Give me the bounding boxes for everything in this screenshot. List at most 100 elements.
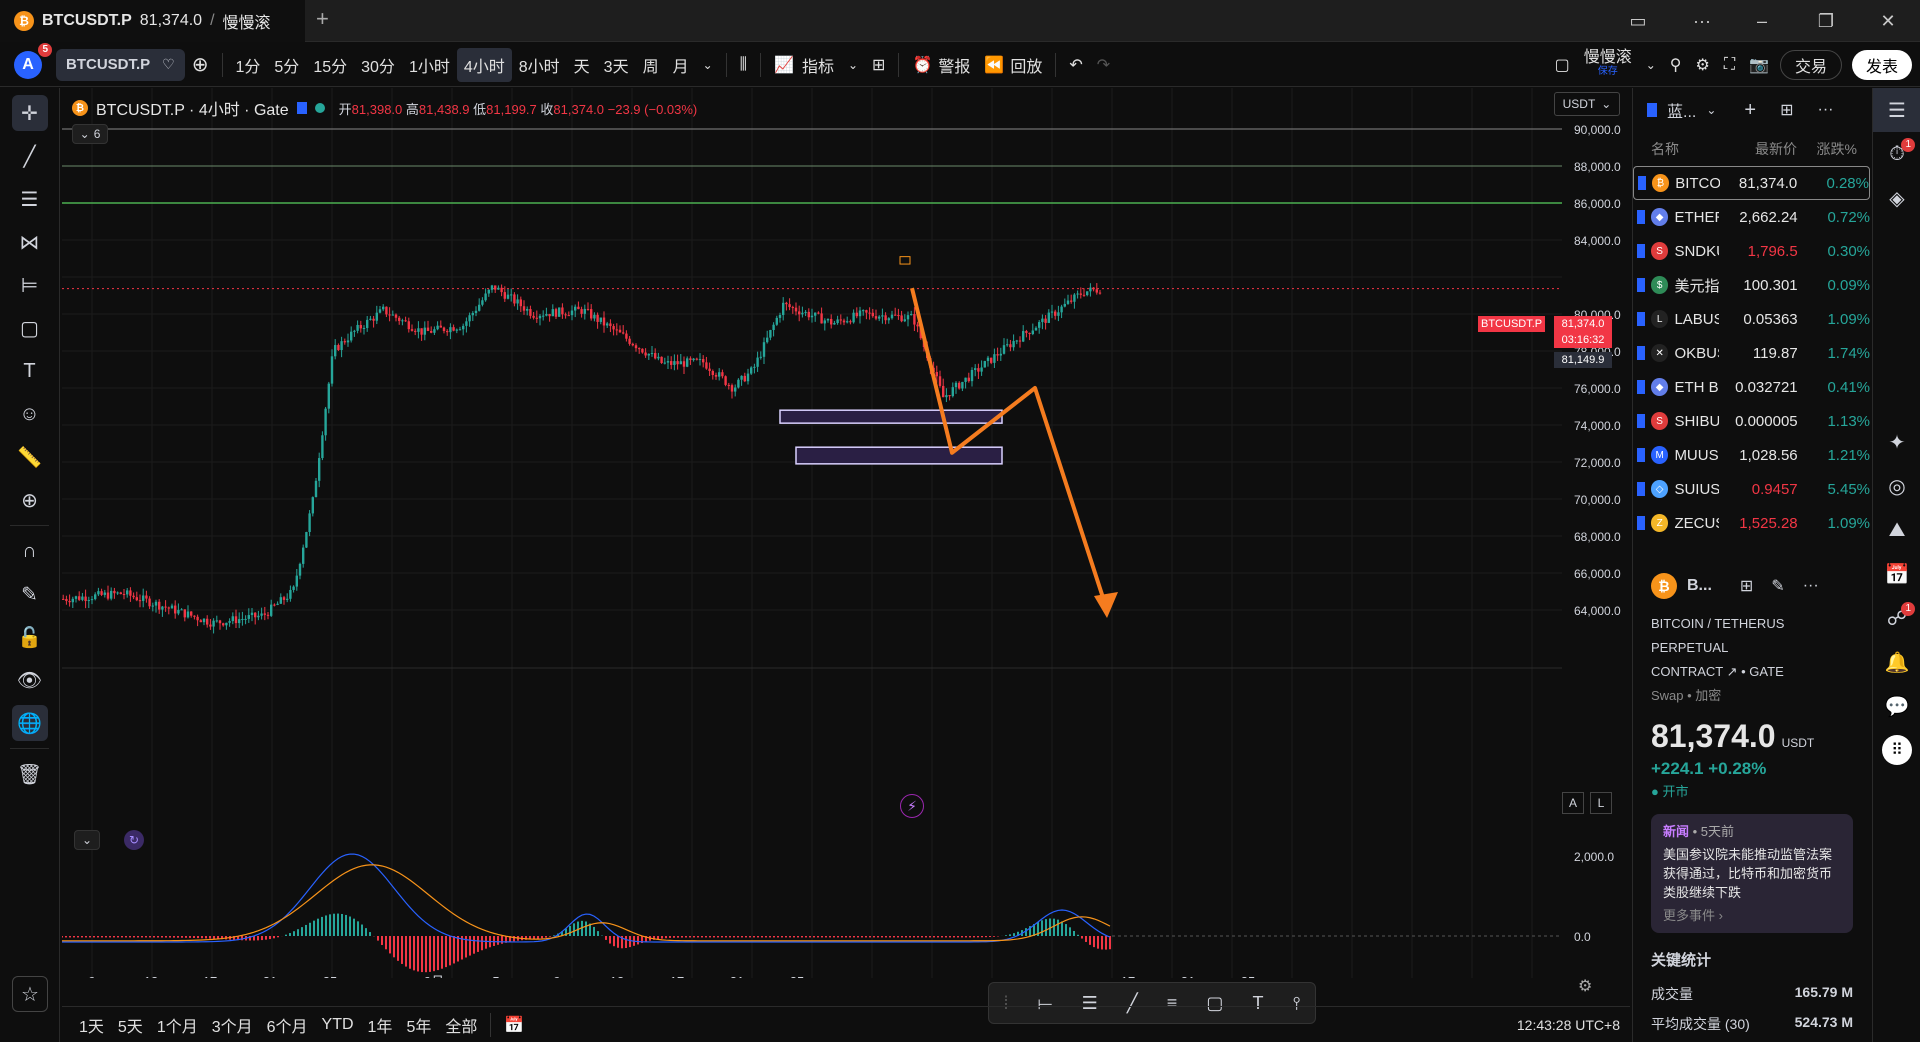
- watchlist-title[interactable]: 蓝...: [1667, 98, 1696, 122]
- range-ytd[interactable]: YTD: [315, 1016, 361, 1034]
- interval-1mo[interactable]: 月: [666, 48, 696, 82]
- interval-30m[interactable]: 30分: [354, 48, 402, 82]
- watchlist-layout-icon[interactable]: ⊞: [1780, 100, 1793, 120]
- watch-heart-icon[interactable]: ♡: [162, 56, 175, 73]
- fullscreen-icon[interactable]: ⛶: [1717, 48, 1742, 82]
- chevron-down-icon[interactable]: ⌄: [1706, 103, 1716, 117]
- flag-icon[interactable]: [1637, 210, 1645, 224]
- macd-collapse-chevron-icon[interactable]: ⌄: [74, 830, 100, 850]
- interval-4h[interactable]: 4小时: [456, 47, 512, 82]
- more-icon[interactable]: ···: [1682, 6, 1722, 36]
- external-link-icon[interactable]: ↗: [1727, 664, 1738, 679]
- flag-icon[interactable]: [1637, 448, 1645, 462]
- layout-dropdown-icon[interactable]: ⌄: [1639, 48, 1663, 82]
- ruler-icon[interactable]: 📏: [12, 439, 48, 475]
- sparkle-icon[interactable]: ✦: [1873, 420, 1920, 464]
- layout-name-button[interactable]: 慢慢滚 保存: [1577, 48, 1639, 82]
- close-icon[interactable]: ✕: [1868, 6, 1908, 36]
- chat-icon[interactable]: 💬: [1873, 684, 1920, 728]
- eye-icon[interactable]: 👁: [12, 662, 48, 698]
- active-tab[interactable]: ₿ BTCUSDT.P 81,374.0 / 慢慢滚: [0, 0, 305, 42]
- bell-icon[interactable]: 🔔: [1873, 640, 1920, 684]
- magnet-icon[interactable]: ∩: [12, 533, 48, 569]
- log-scale-button[interactable]: L: [1590, 792, 1612, 814]
- indicators-button[interactable]: 📈 指标: [767, 48, 841, 82]
- flag-icon[interactable]: [1637, 244, 1645, 258]
- layers-icon[interactable]: ◈: [1873, 176, 1920, 220]
- flag-icon[interactable]: [1637, 380, 1645, 394]
- range-6m[interactable]: 6个月: [260, 1013, 315, 1037]
- interval-dropdown-icon[interactable]: ⌄: [696, 48, 720, 82]
- shape-icon[interactable]: ▢: [12, 310, 48, 346]
- legend-title[interactable]: BTCUSDT.P · 4小时 · Gate: [96, 96, 289, 120]
- globe-icon[interactable]: 🌐: [11, 705, 48, 741]
- watchlist-row[interactable]: Z ZECUS 1,525.28 1.09%: [1633, 506, 1870, 540]
- trash-icon[interactable]: 🗑: [12, 756, 48, 792]
- interval-1w[interactable]: 周: [636, 48, 666, 82]
- time-axis-settings-icon[interactable]: ⚙: [1578, 976, 1592, 996]
- interval-8h[interactable]: 8小时: [512, 48, 567, 82]
- clock[interactable]: 12:43:28 UTC+8: [1517, 1017, 1620, 1033]
- zoom-in-icon[interactable]: ⊕: [12, 482, 48, 518]
- chart-area[interactable]: 90,000.0 88,000.0 86,000.0 84,000.0 80,000.0…: [62, 88, 1630, 995]
- range-1y[interactable]: 1年: [361, 1013, 400, 1037]
- watchlist-row[interactable]: ◆ ETHER 2,662.24 0.72%: [1633, 200, 1870, 234]
- feed-icon[interactable]: ☍ 1: [1873, 596, 1920, 640]
- lock-icon[interactable]: 🔓: [12, 619, 48, 655]
- forecast-icon[interactable]: ⊨: [12, 267, 48, 303]
- text-icon[interactable]: T: [12, 353, 48, 389]
- restore-icon[interactable]: ❐: [1806, 6, 1846, 36]
- col-change[interactable]: 涨跌%: [1797, 139, 1857, 159]
- watchlist-row[interactable]: M MUUSI 1,028.56 1.21%: [1633, 438, 1870, 472]
- flag-icon[interactable]: [1637, 482, 1645, 496]
- flag-icon[interactable]: [1637, 312, 1645, 326]
- flag-icon[interactable]: [1637, 346, 1645, 360]
- interval-15m[interactable]: 15分: [306, 48, 354, 82]
- interval-1m[interactable]: 1分: [229, 48, 268, 82]
- favorites-star-icon[interactable]: ☆: [12, 976, 48, 1012]
- camera-icon[interactable]: 📷: [1742, 48, 1776, 82]
- details-grid-icon[interactable]: ⊞: [1740, 576, 1753, 596]
- compare-add-icon[interactable]: ⊕: [185, 48, 216, 82]
- add-symbol-icon[interactable]: +: [1744, 99, 1756, 122]
- watchlist-row[interactable]: ◆ ETH B 0.032721 0.41%: [1633, 370, 1870, 404]
- watchlist-row[interactable]: $ 美元指 100.301 0.09%: [1633, 268, 1870, 302]
- currency-select[interactable]: USDT ⌄: [1554, 92, 1620, 116]
- templates-grid-icon[interactable]: ⊞: [865, 48, 892, 82]
- interval-3d[interactable]: 3天: [597, 48, 636, 82]
- layout-square-icon[interactable]: ▢: [1548, 48, 1577, 82]
- replay-button[interactable]: ⏪ 回放: [977, 48, 1049, 82]
- price-chart[interactable]: 90,000.088,000.086,000.084,000.080,000.0…: [62, 88, 1630, 978]
- apps-grid-icon[interactable]: ⠿: [1873, 728, 1920, 772]
- col-price[interactable]: 最新价: [1721, 139, 1797, 159]
- range-3m[interactable]: 3个月: [205, 1013, 260, 1037]
- flag-icon[interactable]: [1637, 516, 1645, 530]
- candle-type-icon[interactable]: ⫼: [733, 48, 754, 82]
- new-tab-button[interactable]: +: [316, 6, 329, 32]
- user-avatar[interactable]: A 5: [14, 42, 52, 79]
- news-card[interactable]: 新闻 • 5天前 美国参议院未能推动监管法案获得通过，比特币和加密货币类股继续下…: [1651, 814, 1853, 933]
- interval-5m[interactable]: 5分: [267, 48, 306, 82]
- macd-refresh-icon[interactable]: ↻: [124, 830, 144, 850]
- minimize-icon[interactable]: –: [1742, 6, 1782, 36]
- settings-gear-icon[interactable]: ⚙: [1689, 48, 1717, 82]
- publish-button[interactable]: 发表: [1851, 49, 1912, 80]
- watchlist-row[interactable]: ◇ SUIUSI 0.9457 5.45%: [1633, 472, 1870, 506]
- more-icon[interactable]: ···: [1803, 577, 1819, 595]
- lock-draw-icon[interactable]: ✎: [12, 576, 48, 612]
- trend-line-icon[interactable]: ╱: [12, 138, 48, 174]
- flag-icon[interactable]: [1637, 278, 1645, 292]
- redo-icon[interactable]: ↷: [1090, 48, 1117, 82]
- watchlist-row[interactable]: ✕ OKBUS 119.87 1.74%: [1633, 336, 1870, 370]
- indicators-dropdown-icon[interactable]: ⌄: [841, 48, 865, 82]
- alert-button[interactable]: ⏰ 警报: [905, 48, 977, 82]
- quick-search-icon[interactable]: ⚲: [1663, 48, 1689, 82]
- indicators-collapse-button[interactable]: ⌄ 6: [72, 124, 108, 144]
- more-icon[interactable]: ···: [1818, 101, 1834, 119]
- trade-button[interactable]: 交易: [1779, 49, 1842, 80]
- range-1m[interactable]: 1个月: [150, 1013, 205, 1037]
- flag-icon[interactable]: [1637, 414, 1645, 428]
- target-icon[interactable]: ◎: [1873, 464, 1920, 508]
- goto-date-icon[interactable]: 📅: [497, 1015, 531, 1035]
- news-more-link[interactable]: 更多事件 ›: [1663, 906, 1841, 925]
